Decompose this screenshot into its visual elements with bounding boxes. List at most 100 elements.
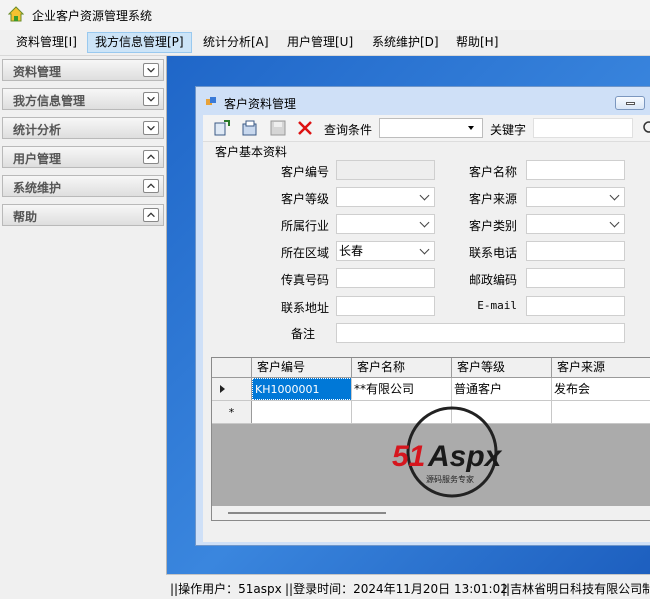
fax-label: 传真号码 [280, 273, 329, 287]
customer-level-select[interactable] [336, 187, 435, 207]
app-title: 企业客户资源管理系统 [32, 9, 153, 23]
status-operator: ||操作用户：51aspx [170, 582, 282, 596]
grid-cell[interactable]: 普通客户 [452, 378, 552, 400]
window-title: 客户资料管理 [224, 97, 297, 111]
chevron-down-icon[interactable] [143, 92, 159, 106]
horizontal-scrollbar[interactable] [212, 506, 650, 520]
column-header[interactable]: 客户来源 [552, 358, 650, 377]
email-field[interactable] [526, 296, 625, 316]
sidebar-item-data-management[interactable]: 资料管理 [2, 59, 164, 81]
customer-grid: 客户编号 客户名称 客户等级 客户来源 KH1000001 **有限公司 普通客… [211, 357, 650, 521]
fax-field[interactable] [336, 268, 435, 288]
watermark-text: 51 [392, 440, 425, 473]
add-icon[interactable] [213, 119, 231, 137]
chevron-up-icon[interactable] [143, 179, 159, 193]
svg-text:Aspx: Aspx [427, 440, 503, 473]
column-header[interactable]: 客户编号 [252, 358, 352, 377]
grid-header: 客户编号 客户名称 客户等级 客户来源 [212, 358, 650, 378]
edit-icon[interactable] [241, 119, 259, 137]
sidebar-item-help[interactable]: 帮助 [2, 204, 164, 226]
email-label: E-mail [477, 299, 517, 312]
industry-select[interactable] [336, 214, 435, 234]
remark-field[interactable] [336, 323, 625, 343]
customer-id-field[interactable] [336, 160, 435, 180]
customer-name-label: 客户名称 [468, 165, 517, 179]
keyword-label: 关键字 [490, 123, 527, 137]
column-header[interactable]: 客户名称 [352, 358, 452, 377]
chevron-down-icon [609, 190, 620, 201]
menu-our-info-management[interactable]: 我方信息管理[P] [87, 32, 192, 53]
menu-user-management[interactable]: 用户管理[U] [280, 33, 360, 52]
grid-cell[interactable]: KH1000001 [252, 378, 352, 400]
window-titlebar: 客户资料管理 [196, 87, 650, 115]
customer-source-select[interactable] [526, 187, 625, 207]
customer-basic-info-group: 客户基本资料 [215, 145, 288, 159]
menu-data-management[interactable]: 资料管理[I] [9, 33, 84, 52]
sidebar-item-label: 系统维护 [13, 181, 62, 195]
query-condition-label: 查询条件 [324, 123, 373, 137]
sidebar-item-statistics[interactable]: 统计分析 [2, 117, 164, 139]
search-icon[interactable] [641, 119, 650, 137]
menu-system-maintenance[interactable]: 系统维护[D] [365, 33, 446, 52]
toolbar: 查询条件 关键字 [203, 115, 650, 142]
grid-corner [212, 358, 252, 377]
customer-source-label: 客户来源 [468, 192, 517, 206]
new-row-marker: * [212, 401, 252, 423]
table-row[interactable]: KH1000001 **有限公司 普通客户 发布会 [212, 378, 650, 401]
menu-statistics[interactable]: 统计分析[A] [196, 33, 276, 52]
row-header[interactable] [212, 378, 252, 400]
phone-field[interactable] [526, 241, 625, 261]
sidebar: 资料管理 我方信息管理 统计分析 用户管理 系统维护 帮助 [0, 56, 167, 574]
chevron-down-icon[interactable] [143, 63, 159, 77]
window-icon [206, 97, 216, 105]
scrollbar-thumb[interactable] [228, 512, 386, 514]
address-field[interactable] [336, 296, 435, 316]
minimize-button[interactable] [615, 96, 645, 110]
sidebar-item-system-maintenance[interactable]: 系统维护 [2, 175, 164, 197]
region-value: 长春 [339, 244, 364, 258]
postcode-field[interactable] [526, 268, 625, 288]
region-select[interactable]: 长春 [336, 241, 435, 261]
chevron-down-icon[interactable] [143, 121, 159, 135]
chevron-down-icon [609, 217, 620, 228]
current-row-icon [220, 385, 225, 393]
customer-id-label: 客户编号 [280, 165, 329, 179]
menu-help[interactable]: 帮助[H] [449, 33, 505, 52]
chevron-down-icon [468, 126, 474, 130]
sidebar-item-label: 帮助 [13, 210, 38, 224]
app-titlebar: 企业客户资源管理系统 [0, 0, 650, 30]
grid-cell[interactable] [552, 401, 650, 423]
watermark-logo: 51 Aspx 源码服务专家 [392, 406, 503, 498]
grid-cell[interactable] [252, 401, 352, 423]
delete-icon[interactable] [296, 119, 314, 137]
postcode-label: 邮政编码 [468, 273, 517, 287]
industry-label: 所属行业 [280, 219, 329, 233]
status-login-time: ||登录时间：2024年11月20日 13:01:02 [285, 582, 508, 596]
customer-name-field[interactable] [526, 160, 625, 180]
save-icon[interactable] [269, 119, 287, 137]
query-condition-select[interactable] [379, 118, 483, 138]
sidebar-item-our-info[interactable]: 我方信息管理 [2, 88, 164, 110]
remark-label: 备注 [290, 327, 315, 341]
status-company: ||吉林省明日科技有限公司制 [502, 582, 650, 596]
svg-text:源码服务专家: 源码服务专家 [426, 474, 474, 484]
grid-cell[interactable]: 发布会 [552, 378, 650, 400]
sidebar-item-user-management[interactable]: 用户管理 [2, 146, 164, 168]
customer-type-select[interactable] [526, 214, 625, 234]
address-label: 联系地址 [280, 301, 329, 315]
customer-level-label: 客户等级 [280, 192, 329, 206]
home-icon [8, 6, 24, 22]
customer-type-label: 客户类别 [468, 219, 517, 233]
chevron-up-icon[interactable] [143, 208, 159, 222]
grid-cell[interactable]: **有限公司 [352, 378, 452, 400]
sidebar-item-label: 统计分析 [13, 123, 62, 137]
chevron-up-icon[interactable] [143, 150, 159, 164]
sidebar-item-label: 用户管理 [13, 152, 62, 166]
sidebar-item-label: 我方信息管理 [13, 94, 86, 108]
customer-window: 客户资料管理 查询条件 关键字 客户基本资料 客户编号 客户名称 客户等级 客户… [195, 86, 650, 546]
region-label: 所在区域 [280, 246, 329, 260]
window-body: 查询条件 关键字 客户基本资料 客户编号 客户名称 客户等级 客户来源 所属行业… [203, 115, 650, 542]
column-header[interactable]: 客户等级 [452, 358, 552, 377]
keyword-input[interactable] [533, 118, 633, 138]
status-bar: ||操作用户：51aspx ||登录时间：2024年11月20日 13:01:0… [166, 574, 650, 599]
